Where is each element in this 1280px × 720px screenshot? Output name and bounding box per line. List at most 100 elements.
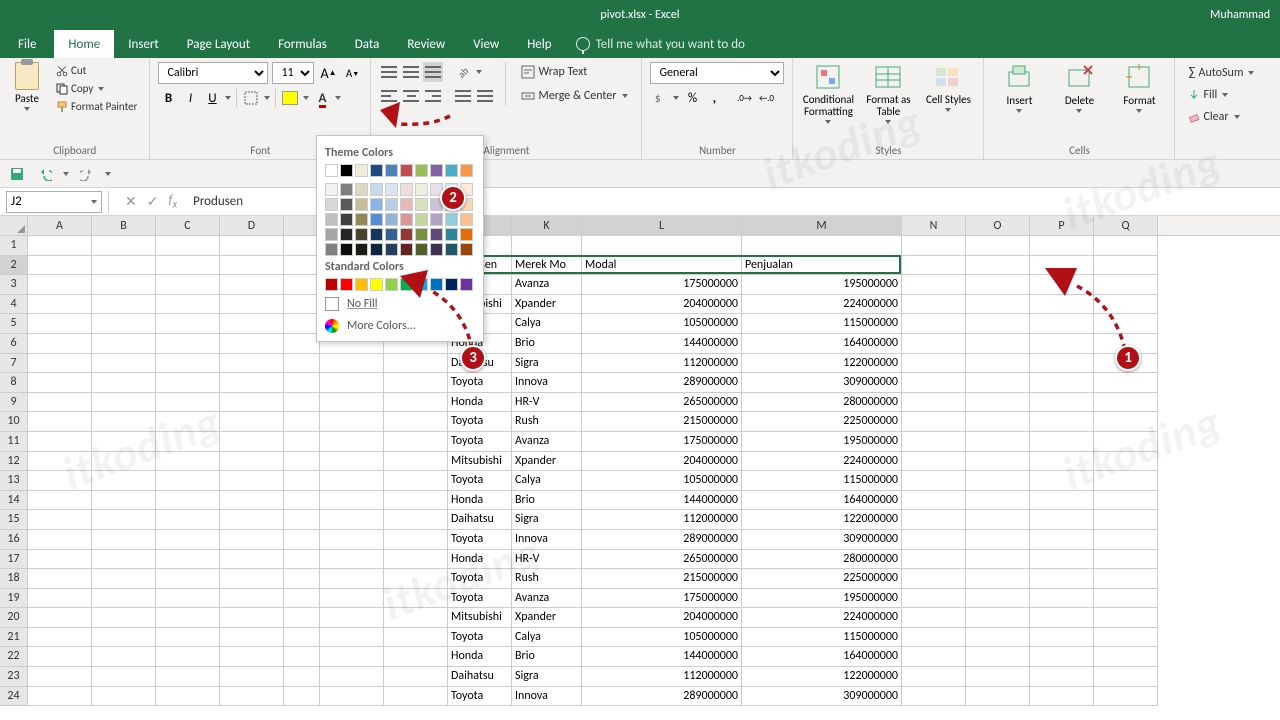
font-name-select[interactable]: Calibri xyxy=(158,62,268,84)
cell[interactable] xyxy=(902,236,966,256)
cell[interactable] xyxy=(156,647,220,667)
cell[interactable] xyxy=(1094,393,1158,413)
cell[interactable] xyxy=(902,667,966,687)
cell[interactable]: Toyota xyxy=(448,471,512,491)
cell[interactable] xyxy=(28,569,92,589)
cell[interactable] xyxy=(320,393,384,413)
cell[interactable] xyxy=(92,530,156,550)
cell[interactable] xyxy=(156,589,220,609)
cell[interactable] xyxy=(284,314,320,334)
row-head[interactable]: 19 xyxy=(0,589,28,609)
cell[interactable] xyxy=(156,295,220,315)
cell[interactable] xyxy=(1094,452,1158,472)
cell[interactable]: 122000000 xyxy=(742,354,902,374)
paste-button[interactable]: Paste xyxy=(8,62,46,111)
cell[interactable]: Toyota xyxy=(448,412,512,432)
color-swatch[interactable] xyxy=(415,213,428,226)
cell[interactable] xyxy=(156,608,220,628)
cell[interactable]: Innova xyxy=(512,373,582,393)
cell[interactable] xyxy=(156,314,220,334)
cell[interactable] xyxy=(28,314,92,334)
cell[interactable] xyxy=(28,550,92,570)
cell[interactable] xyxy=(1094,510,1158,530)
color-swatch[interactable] xyxy=(355,243,368,256)
cell[interactable] xyxy=(220,334,284,354)
increase-decimal-button[interactable]: .0→ xyxy=(734,88,754,108)
cell[interactable] xyxy=(1030,471,1094,491)
cell[interactable] xyxy=(1030,550,1094,570)
cell[interactable]: 164000000 xyxy=(742,334,902,354)
color-swatch[interactable] xyxy=(370,164,383,177)
cell[interactable] xyxy=(902,373,966,393)
cell[interactable] xyxy=(902,256,966,276)
cell[interactable] xyxy=(28,491,92,511)
cell[interactable] xyxy=(320,412,384,432)
row-head[interactable]: 17 xyxy=(0,550,28,570)
cell[interactable] xyxy=(1094,412,1158,432)
col-head-C[interactable]: C xyxy=(156,216,220,235)
cell[interactable]: 309000000 xyxy=(742,373,902,393)
cell[interactable] xyxy=(320,628,384,648)
cell[interactable]: Daihatsu xyxy=(448,667,512,687)
cell[interactable] xyxy=(220,354,284,374)
row-head[interactable]: 13 xyxy=(0,471,28,491)
increase-font-button[interactable]: A▲ xyxy=(318,63,338,83)
cell[interactable] xyxy=(220,373,284,393)
cell[interactable] xyxy=(384,452,448,472)
row-head[interactable]: 2 xyxy=(0,256,28,276)
cell[interactable] xyxy=(966,373,1030,393)
cell[interactable] xyxy=(284,354,320,374)
cell[interactable] xyxy=(384,589,448,609)
cell[interactable] xyxy=(966,471,1030,491)
color-swatch[interactable] xyxy=(445,164,458,177)
cell[interactable] xyxy=(28,354,92,374)
cell[interactable] xyxy=(966,491,1030,511)
color-swatch[interactable] xyxy=(430,213,443,226)
cell[interactable] xyxy=(320,354,384,374)
cell[interactable]: 105000000 xyxy=(582,314,742,334)
cell[interactable] xyxy=(320,667,384,687)
font-color-dropdown[interactable] xyxy=(334,88,342,108)
cell[interactable]: 175000000 xyxy=(582,275,742,295)
cell[interactable] xyxy=(92,373,156,393)
cell[interactable] xyxy=(320,530,384,550)
cell[interactable] xyxy=(966,354,1030,374)
cell[interactable] xyxy=(92,550,156,570)
cancel-formula-button[interactable]: ✕ xyxy=(125,193,137,210)
cell[interactable] xyxy=(220,530,284,550)
cell[interactable]: 122000000 xyxy=(742,667,902,687)
cell[interactable] xyxy=(966,275,1030,295)
accounting-dropdown[interactable] xyxy=(672,88,680,108)
enter-formula-button[interactable]: ✓ xyxy=(147,193,159,210)
cell[interactable] xyxy=(1094,647,1158,667)
cell[interactable]: Toyota xyxy=(448,687,512,707)
cell[interactable] xyxy=(1094,687,1158,707)
cell[interactable] xyxy=(28,628,92,648)
cell[interactable] xyxy=(902,334,966,354)
cell[interactable]: Innova xyxy=(512,530,582,550)
cell[interactable] xyxy=(384,432,448,452)
row-head[interactable]: 15 xyxy=(0,510,28,530)
copy-button[interactable]: Copy xyxy=(52,80,141,97)
borders-dropdown[interactable] xyxy=(263,88,271,108)
color-swatch[interactable] xyxy=(460,164,473,177)
cell[interactable] xyxy=(320,510,384,530)
cell[interactable] xyxy=(384,471,448,491)
cell[interactable] xyxy=(320,373,384,393)
cell[interactable]: 280000000 xyxy=(742,393,902,413)
italic-button[interactable]: I xyxy=(180,88,200,108)
cell[interactable]: 225000000 xyxy=(742,569,902,589)
cell[interactable] xyxy=(384,510,448,530)
cell[interactable] xyxy=(220,491,284,511)
cell[interactable]: 265000000 xyxy=(582,393,742,413)
cell[interactable] xyxy=(92,647,156,667)
bold-button[interactable]: B xyxy=(158,88,178,108)
cell[interactable] xyxy=(284,667,320,687)
color-swatch[interactable] xyxy=(340,278,353,291)
cell[interactable] xyxy=(902,275,966,295)
cell[interactable]: 164000000 xyxy=(742,491,902,511)
cell[interactable]: 204000000 xyxy=(582,452,742,472)
color-swatch[interactable] xyxy=(355,228,368,241)
cell[interactable] xyxy=(92,256,156,276)
row-head[interactable]: 24 xyxy=(0,687,28,707)
